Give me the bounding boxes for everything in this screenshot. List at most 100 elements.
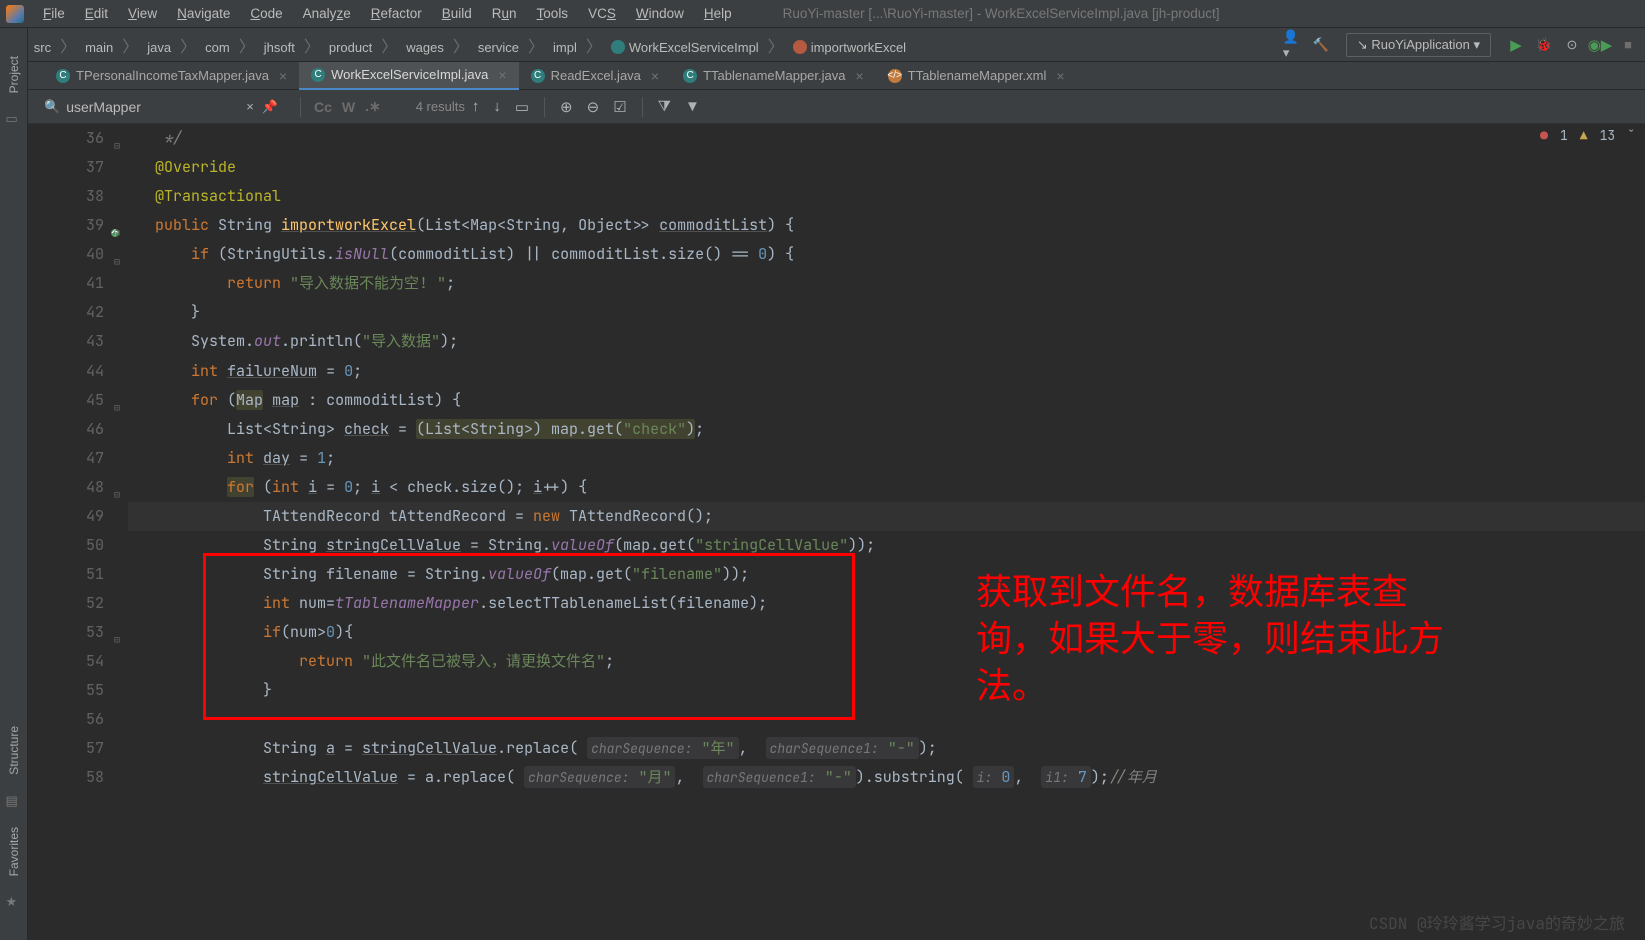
tab-label: WorkExcelServiceImpl.java [331,67,488,82]
menu-tools[interactable]: Tools [528,3,578,24]
fold-icon[interactable]: ⊟ [114,480,120,509]
remove-selection-icon[interactable]: ⊖ [580,98,607,116]
menu-refactor[interactable]: Refactor [362,3,431,24]
tool-project[interactable]: Project [7,56,21,93]
code-line[interactable]: @Override [128,153,1645,182]
code-line[interactable]: int failureNum = 0; [128,357,1645,386]
code-line[interactable]: for (Map map : commoditList) { [128,386,1645,415]
error-count: 1 [1560,127,1568,144]
fold-icon[interactable]: ⊟ [114,218,120,247]
inspection-widget[interactable]: ●1 ▲13 ˇ [1540,127,1635,144]
menu-build[interactable]: Build [433,3,481,24]
editor-tab[interactable]: CTPersonalIncomeTaxMapper.java× [44,62,299,90]
fold-icon[interactable]: ⊟ [114,131,120,160]
add-selection-icon[interactable]: ⊕ [553,98,580,116]
breadcrumb-item[interactable]: com [199,38,236,57]
editor-tabs: CTPersonalIncomeTaxMapper.java× C WorkExce… [0,62,1645,90]
editor-tab[interactable]: </>TTablenameMapper.xml× [876,62,1077,90]
file-type-icon: C [311,68,325,82]
match-case-toggle[interactable]: Cc [309,99,337,115]
folder-icon[interactable]: ▭ [6,111,22,127]
fold-icon[interactable]: ⊟ [114,625,120,654]
breadcrumb-item[interactable]: impl [547,38,583,57]
editor-tab[interactable]: C ReadExcel.java × [519,62,672,90]
breadcrumb-item[interactable]: WorkExcelServiceImpl [605,38,765,57]
code-line[interactable]: if (StringUtils.isNull(commoditList) || … [128,240,1645,269]
star-icon[interactable]: ★ [6,894,22,910]
editor[interactable]: 36⊟373839⊟40⊟4142434445⊟464748⊟495051525… [28,124,1645,940]
tab-label: TTablenameMapper.java [703,68,845,83]
breadcrumb-item[interactable]: product [323,38,378,57]
close-tab-icon[interactable]: × [279,68,287,84]
menu-analyze[interactable]: Analyze [294,3,360,24]
funnel-icon[interactable]: ▼ [678,98,707,115]
code-area[interactable]: ●1 ▲13 ˇ */ @Override @Transactional pub… [128,124,1645,940]
run-icon[interactable]: ▶ [1506,35,1526,55]
menu-vcs[interactable]: VCS [579,3,625,24]
structure-icon[interactable]: ▤ [6,793,22,809]
code-line[interactable]: String a = stringCellValue.replace( char… [128,734,1645,763]
menu-file[interactable]: File [34,3,74,24]
code-line[interactable]: TAttendRecord tAttendRecord = new TAtten… [128,502,1645,531]
coverage-icon[interactable]: ⊙ [1562,35,1582,55]
breadcrumb: src〉main〉java〉com〉jhsoft〉product〉wages〉s… [28,33,912,57]
fold-icon[interactable]: ⊟ [114,247,120,276]
menu-window[interactable]: Window [627,3,693,24]
code-line[interactable]: return "导入数据不能为空! "; [128,269,1645,298]
chevron-down-icon[interactable]: ˇ [1627,127,1635,144]
code-line[interactable]: @Transactional [128,182,1645,211]
code-line[interactable]: int day = 1; [128,444,1645,473]
code-line[interactable]: List<String> check = (List<String>) map.… [128,415,1645,444]
clear-search-icon[interactable]: × [246,99,254,114]
close-tab-icon[interactable]: × [855,68,863,84]
profiler-icon[interactable]: ◉▶ [1590,35,1610,55]
editor-tab[interactable]: C TTablenameMapper.java × [671,62,876,90]
regex-toggle[interactable]: .∗ [360,98,386,115]
filter-icon[interactable]: ⧩ [651,98,678,115]
breadcrumb-item[interactable]: service [472,38,525,57]
select-all-occurrences-icon[interactable]: ☑ [606,98,633,116]
menu-view[interactable]: View [119,3,166,24]
debug-icon[interactable]: 🐞 [1534,35,1554,55]
menu-run[interactable]: Run [483,3,526,24]
select-all-icon[interactable]: ▭ [508,98,536,116]
code-line[interactable]: } [128,298,1645,327]
fold-icon[interactable]: ⊟ [114,393,120,422]
code-line[interactable]: */ [128,124,1645,153]
search-input[interactable]: userMapper [66,99,246,115]
breadcrumb-item[interactable]: importworkExcel [787,38,912,57]
close-tab-icon[interactable]: × [498,67,506,83]
tool-structure[interactable]: Structure [7,726,21,775]
tool-favorites[interactable]: Favorites [7,827,21,876]
menu-navigate[interactable]: Navigate [168,3,239,24]
editor-tab[interactable]: C WorkExcelServiceImpl.java × [299,62,518,90]
breadcrumb-item[interactable]: wages [400,38,450,57]
code-line[interactable] [128,705,1645,734]
menu-edit[interactable]: Edit [76,3,117,24]
navigation-bar: ↩ src〉main〉java〉com〉jhsoft〉product〉wages… [0,28,1645,62]
code-line[interactable]: String stringCellValue = String.valueOf(… [128,531,1645,560]
stop-icon[interactable]: ■ [1618,35,1638,55]
menu-code[interactable]: Code [241,3,291,24]
breadcrumb-item[interactable]: java [141,38,177,57]
file-type-icon: C [683,69,697,83]
close-tab-icon[interactable]: × [651,68,659,84]
hammer-icon[interactable]: 🔨 [1311,35,1331,55]
pin-icon[interactable]: 📌 [262,99,278,115]
words-toggle[interactable]: W [337,99,360,115]
code-line[interactable]: for (int i = 0; i < check.size(); i++) { [128,473,1645,502]
find-next-icon[interactable]: ↓ [486,98,508,115]
tab-label: ReadExcel.java [551,68,641,83]
breadcrumb-item[interactable]: main [79,38,119,57]
find-prev-icon[interactable]: ↑ [465,98,487,115]
menu-help[interactable]: Help [695,3,741,24]
code-line[interactable]: public String importworkExcel(List<Map<S… [128,211,1645,240]
code-line[interactable]: System.out.println("导入数据"); [128,327,1645,356]
close-tab-icon[interactable]: × [1056,68,1064,84]
code-line[interactable]: stringCellValue = a.replace( charSequenc… [128,763,1645,792]
run-config-select[interactable]: ↘ RuoYiApplication ▾ [1346,33,1491,57]
breadcrumb-item[interactable]: jhsoft [258,38,301,57]
users-icon[interactable]: 👤▾ [1283,35,1303,55]
breadcrumb-item[interactable]: src [28,38,57,57]
file-type-icon: C [531,69,545,83]
